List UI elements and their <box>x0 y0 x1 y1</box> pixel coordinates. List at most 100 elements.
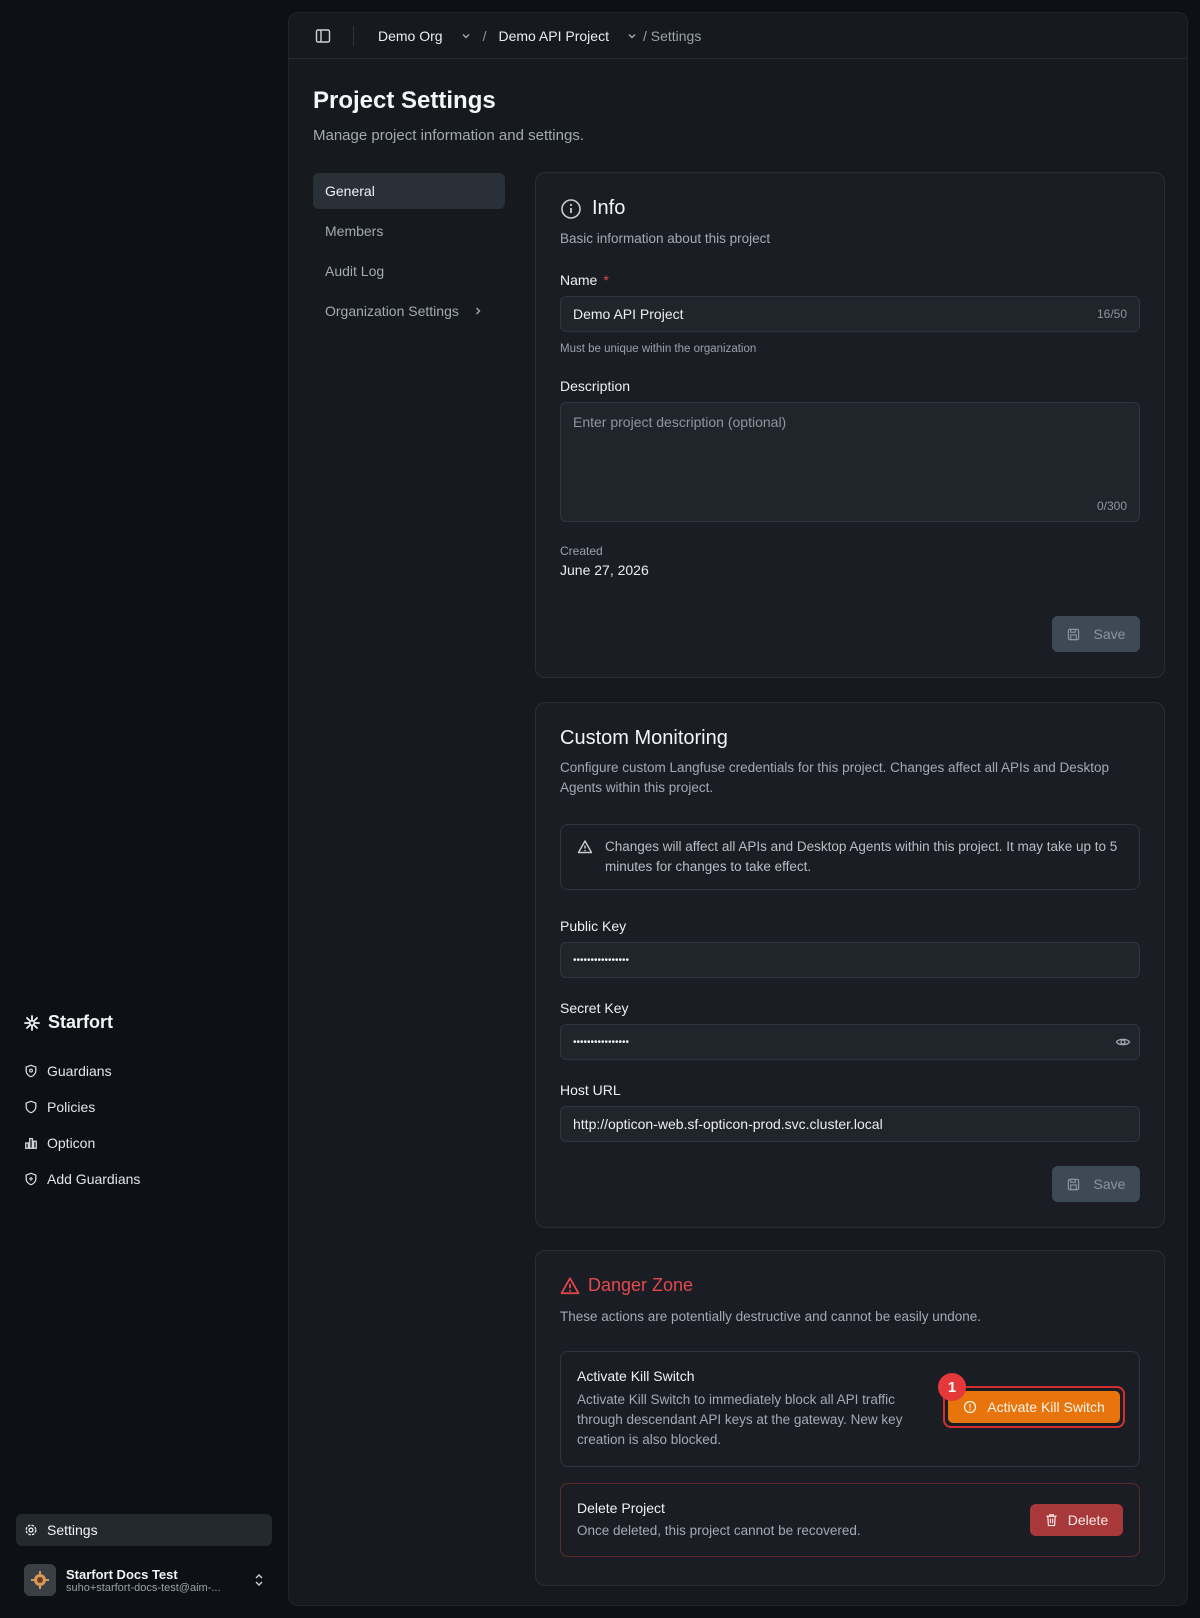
sidebar-item-label: Policies <box>47 1099 96 1115</box>
topbar: Demo Org / Demo API Project / Settings <box>289 13 1187 59</box>
name-label: Name * <box>560 272 609 288</box>
delete-project-text: Once deleted, this project cannot be rec… <box>577 1523 861 1538</box>
host-url-field[interactable]: http://opticon-web.sf-opticon-prod.svc.c… <box>560 1106 1140 1142</box>
name-field[interactable]: Demo API Project 16/50 <box>560 296 1140 332</box>
brand[interactable]: Starfort <box>24 1012 113 1033</box>
info-save-button[interactable]: Save <box>1052 616 1140 652</box>
delete-button-label: Delete <box>1067 1512 1109 1528</box>
name-field-value: Demo API Project <box>573 306 684 322</box>
name-label-text: Name <box>560 272 598 288</box>
tab-label: Organization Settings <box>325 303 459 319</box>
brand-name: Starfort <box>48 1012 114 1032</box>
kill-switch-highlight: Activate Kill Switch <box>943 1386 1125 1428</box>
activate-kill-switch-button[interactable]: Activate Kill Switch <box>948 1391 1120 1423</box>
save-label: Save <box>1093 1176 1126 1192</box>
info-card: Info Basic information about this projec… <box>535 172 1165 678</box>
name-counter: 16/50 <box>1096 307 1127 321</box>
sidebar-item-guardians[interactable]: Guardians <box>16 1053 272 1089</box>
settings-subnav: General Members Audit Log Organization S… <box>313 173 505 333</box>
danger-zone-card: Danger Zone These actions are potentiall… <box>535 1250 1165 1586</box>
danger-zone-title: Danger Zone <box>588 1275 694 1295</box>
sidebar-toggle-icon[interactable] <box>315 28 331 44</box>
page-title: Project Settings <box>313 87 496 114</box>
secret-key-value: •••••••••••••••• <box>573 1036 630 1048</box>
monitoring-card: Custom Monitoring Configure custom Langf… <box>535 702 1165 1228</box>
tab-general[interactable]: General <box>313 173 505 209</box>
chevron-down-icon <box>461 31 471 41</box>
description-field[interactable]: Enter project description (optional) 0/3… <box>560 402 1140 522</box>
page-subtitle: Manage project information and settings. <box>313 127 584 144</box>
created-value: June 27, 2026 <box>560 562 649 578</box>
sidebar-item-settings[interactable]: Settings <box>16 1514 272 1546</box>
delete-project-title: Delete Project <box>577 1500 665 1516</box>
warning-icon <box>560 1276 580 1296</box>
breadcrumb-org[interactable]: Demo Org <box>378 28 471 44</box>
description-counter: 0/300 <box>1096 499 1127 513</box>
sidebar-item-label: Add Guardians <box>47 1171 141 1187</box>
shield-icon <box>24 1100 38 1114</box>
sidebar-item-add-guardians[interactable]: Add Guardians <box>16 1161 272 1197</box>
gear-icon <box>24 1523 38 1537</box>
name-hint: Must be unique within the organization <box>560 343 757 355</box>
info-card-header: Info <box>560 197 625 220</box>
breadcrumb-project-label: Demo API Project <box>498 27 609 44</box>
main-panel: Demo Org / Demo API Project / Settings P… <box>288 12 1188 1606</box>
breadcrumb-separator: / <box>482 27 487 44</box>
eye-icon[interactable] <box>1115 1034 1131 1050</box>
chevron-up-down-icon <box>254 1573 264 1587</box>
user-email: suho+starfort-docs-test@aim-... <box>66 1581 221 1594</box>
shield-plus-icon <box>24 1172 38 1186</box>
alert-circle-icon <box>963 1400 977 1414</box>
shield-icon <box>24 1064 38 1078</box>
kill-switch-text: Activate Kill Switch to immediately bloc… <box>577 1392 903 1447</box>
warning-icon <box>577 839 593 855</box>
starfort-logo-icon <box>24 1014 40 1031</box>
public-key-field[interactable]: •••••••••••••••• <box>560 942 1140 978</box>
chevron-down-icon <box>627 31 637 41</box>
secret-key-label: Secret Key <box>560 1000 629 1016</box>
step-badge: 1 <box>938 1373 966 1401</box>
required-marker: * <box>603 272 609 288</box>
sidebar-item-label: Settings <box>47 1522 98 1538</box>
delete-project-section: Delete Project Once deleted, this projec… <box>560 1483 1140 1557</box>
host-url-label: Host URL <box>560 1082 621 1098</box>
divider <box>353 25 354 46</box>
trash-icon <box>1045 1513 1058 1527</box>
danger-zone-header: Danger Zone <box>560 1275 693 1296</box>
breadcrumb-project[interactable]: Demo API Project <box>498 28 637 44</box>
save-icon <box>1067 1178 1080 1191</box>
sidebar: Starfort Guardians Policies Opticon Add … <box>0 0 288 1618</box>
tab-members[interactable]: Members <box>313 213 505 249</box>
public-key-value: •••••••••••••••• <box>573 954 630 966</box>
kill-switch-title: Activate Kill Switch <box>577 1368 695 1384</box>
sidebar-item-policies[interactable]: Policies <box>16 1089 272 1125</box>
breadcrumb-current: / Settings <box>642 27 702 44</box>
sidebar-item-label: Guardians <box>47 1063 112 1079</box>
host-url-value: http://opticon-web.sf-opticon-prod.svc.c… <box>573 1116 883 1132</box>
sidebar-item-opticon[interactable]: Opticon <box>16 1125 272 1161</box>
user-name: Starfort Docs Test <box>66 1566 178 1582</box>
info-card-description: Basic information about this project <box>560 231 771 246</box>
secret-key-field[interactable]: •••••••••••••••• <box>560 1024 1140 1060</box>
monitoring-card-title: Custom Monitoring <box>560 727 728 749</box>
breadcrumb-org-label: Demo Org <box>378 27 443 44</box>
info-card-title: Info <box>592 197 626 219</box>
tab-audit-log[interactable]: Audit Log <box>313 253 505 289</box>
public-key-label: Public Key <box>560 918 627 934</box>
monitoring-alert: Changes will affect all APIs and Desktop… <box>560 824 1140 890</box>
description-placeholder: Enter project description (optional) <box>573 414 787 430</box>
user-menu[interactable]: Starfort Docs Test suho+starfort-docs-te… <box>24 1562 264 1598</box>
save-icon <box>1067 628 1080 641</box>
kill-switch-button-label: Activate Kill Switch <box>987 1399 1105 1415</box>
chevron-right-icon <box>473 306 483 316</box>
monitoring-card-description: Configure custom Langfuse credentials fo… <box>560 760 1110 795</box>
kill-switch-section: Activate Kill Switch Activate Kill Switc… <box>560 1351 1140 1467</box>
alert-text: Changes will affect all APIs and Desktop… <box>605 839 1118 874</box>
sidebar-item-label: Opticon <box>47 1135 96 1151</box>
save-label: Save <box>1093 626 1126 642</box>
bar-chart-icon <box>24 1136 38 1150</box>
avatar <box>24 1564 56 1596</box>
monitoring-save-button[interactable]: Save <box>1052 1166 1140 1202</box>
delete-button[interactable]: Delete <box>1030 1504 1123 1536</box>
tab-organization-settings[interactable]: Organization Settings <box>313 293 505 329</box>
